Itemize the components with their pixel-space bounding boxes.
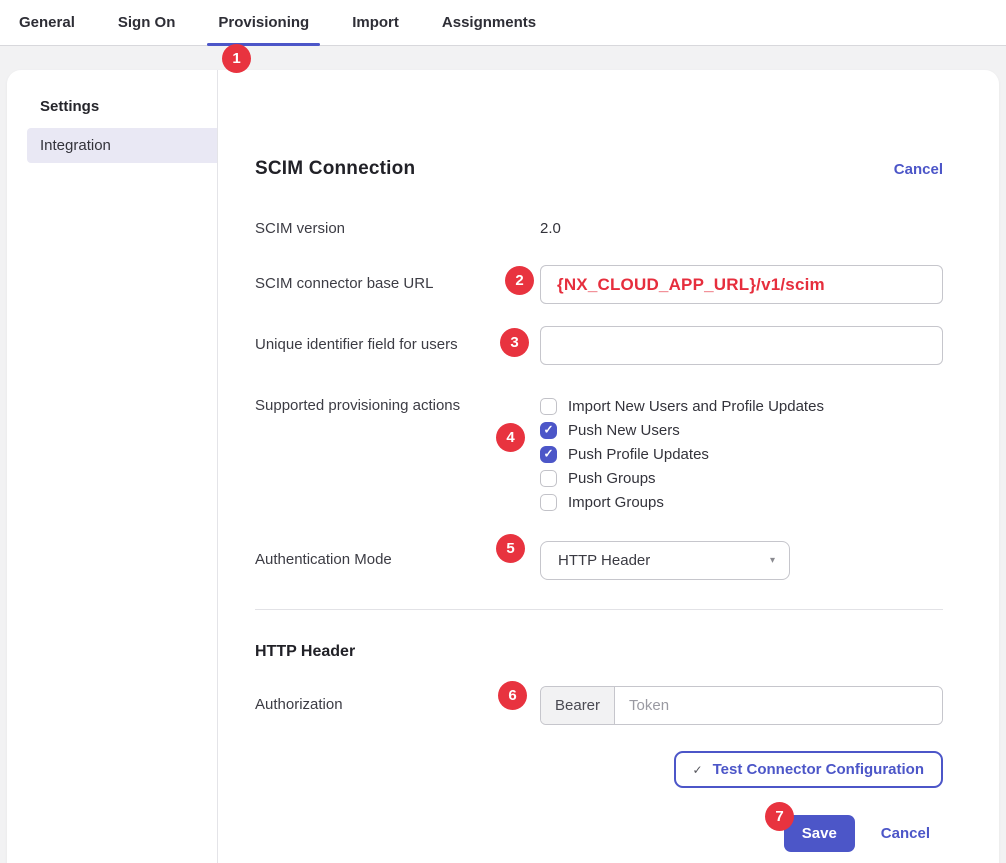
unique-id-input[interactable] — [540, 326, 943, 365]
tab-assignments[interactable]: Assignments — [439, 0, 539, 45]
unique-id-label: Unique identifier field for users — [255, 326, 540, 353]
checkbox-icon[interactable] — [540, 446, 557, 463]
chevron-down-icon: ▾ — [770, 556, 775, 566]
annotation-badge-2: 2 — [505, 266, 534, 295]
action-label: Push New Users — [568, 422, 680, 439]
check-icon: ✓ — [693, 763, 703, 777]
tab-general[interactable]: General — [16, 0, 78, 45]
action-push-profile-updates[interactable]: Push Profile Updates — [540, 442, 943, 466]
sidebar-item-integration[interactable]: Integration — [27, 128, 217, 163]
provisioning-actions-label: Supported provisioning actions — [255, 394, 540, 414]
cancel-link-top[interactable]: Cancel — [894, 161, 943, 178]
sidebar-title: Settings — [40, 98, 217, 115]
base-url-row: SCIM connector base URL — [255, 265, 943, 304]
cancel-link-bottom[interactable]: Cancel — [881, 825, 930, 842]
tab-import[interactable]: Import — [349, 0, 402, 45]
settings-sidebar: Settings Integration — [7, 70, 218, 863]
scim-version-label: SCIM version — [255, 220, 540, 237]
form-header: SCIM Connection Cancel — [255, 158, 943, 180]
token-input[interactable] — [615, 687, 942, 724]
provisioning-actions-list: Import New Users and Profile Updates Pus… — [540, 394, 943, 514]
unique-id-row: Unique identifier field for users — [255, 326, 943, 365]
scim-version-row: SCIM version 2.0 — [255, 220, 943, 237]
action-push-groups[interactable]: Push Groups — [540, 466, 943, 490]
section-divider — [255, 609, 943, 610]
action-label: Import Groups — [568, 494, 664, 511]
auth-mode-select[interactable]: HTTP Header ▾ — [540, 541, 790, 580]
annotation-badge-5: 5 — [496, 534, 525, 563]
app-tabbar: General Sign On Provisioning Import Assi… — [0, 0, 1006, 46]
authorization-row: Authorization Bearer — [255, 686, 943, 725]
bearer-prefix: Bearer — [541, 687, 615, 724]
checkbox-icon[interactable] — [540, 422, 557, 439]
annotation-badge-3: 3 — [500, 328, 529, 357]
action-push-new-users[interactable]: Push New Users — [540, 418, 943, 442]
base-url-label: SCIM connector base URL — [255, 265, 540, 292]
test-connector-button[interactable]: ✓ Test Connector Configuration — [674, 751, 943, 788]
authorization-label: Authorization — [255, 686, 540, 713]
scim-version-value: 2.0 — [540, 220, 943, 237]
annotation-badge-7: 7 — [765, 802, 794, 831]
checkbox-icon[interactable] — [540, 398, 557, 415]
save-button[interactable]: Save — [784, 815, 855, 852]
scim-connection-form: SCIM Connection Cancel SCIM version 2.0 … — [218, 70, 999, 863]
page-title: SCIM Connection — [255, 158, 415, 180]
annotation-badge-4: 4 — [496, 423, 525, 452]
provisioning-actions-row: Supported provisioning actions Import Ne… — [255, 394, 943, 514]
test-connector-row: ✓ Test Connector Configuration — [255, 751, 943, 788]
base-url-input[interactable] — [540, 265, 943, 304]
test-connector-label: Test Connector Configuration — [713, 761, 924, 778]
action-label: Import New Users and Profile Updates — [568, 398, 824, 415]
provisioning-panel: Settings Integration SCIM Connection Can… — [7, 70, 999, 863]
action-import-groups[interactable]: Import Groups — [540, 490, 943, 514]
tab-sign-on[interactable]: Sign On — [115, 0, 179, 45]
bearer-token-group: Bearer — [540, 686, 943, 725]
annotation-badge-1: 1 — [222, 44, 251, 73]
action-import-new-users[interactable]: Import New Users and Profile Updates — [540, 394, 943, 418]
tab-provisioning[interactable]: Provisioning — [215, 0, 312, 45]
auth-mode-value: HTTP Header — [558, 552, 650, 569]
form-footer: Save Cancel — [255, 815, 930, 852]
checkbox-icon[interactable] — [540, 470, 557, 487]
http-header-section-title: HTTP Header — [255, 643, 943, 661]
checkbox-icon[interactable] — [540, 494, 557, 511]
annotation-badge-6: 6 — [498, 681, 527, 710]
action-label: Push Groups — [568, 470, 656, 487]
auth-mode-row: Authentication Mode HTTP Header ▾ — [255, 541, 943, 580]
action-label: Push Profile Updates — [568, 446, 709, 463]
